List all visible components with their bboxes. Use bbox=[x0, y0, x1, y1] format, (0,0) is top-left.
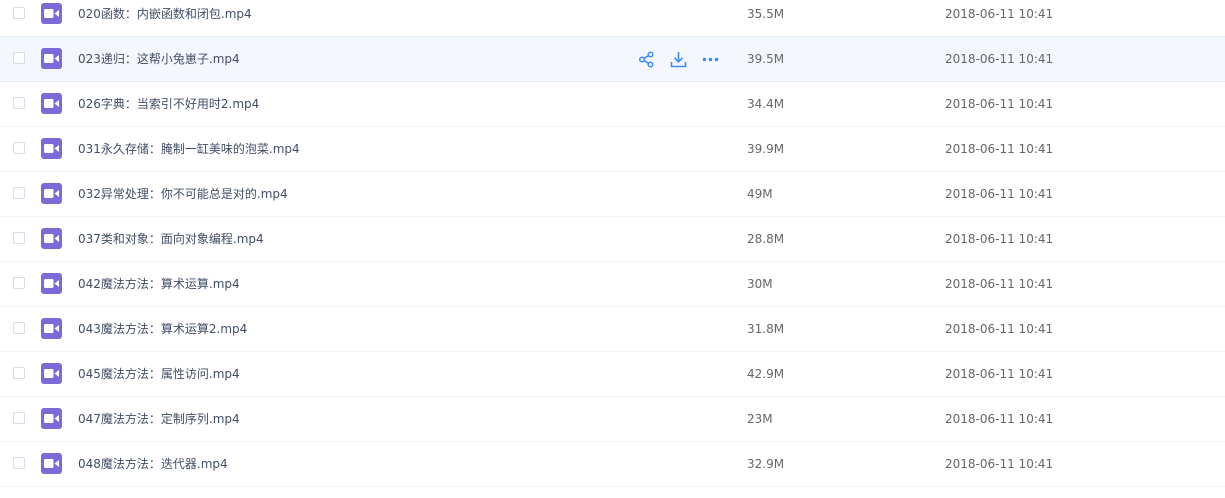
file-name[interactable]: 048魔法方法：迭代器.mp4 bbox=[78, 456, 228, 472]
file-name[interactable]: 043魔法方法：算术运算2.mp4 bbox=[78, 321, 247, 337]
file-name[interactable]: 023递归：这帮小兔崽子.mp4 bbox=[78, 51, 240, 67]
file-date: 2018-06-11 10:41 bbox=[945, 97, 1054, 111]
row-checkbox[interactable] bbox=[13, 187, 25, 199]
row-checkbox[interactable] bbox=[13, 97, 25, 109]
row-checkbox[interactable] bbox=[13, 412, 25, 424]
file-size: 32.9M bbox=[747, 457, 785, 471]
file-size: 42.9M bbox=[747, 367, 785, 381]
video-file-icon bbox=[41, 273, 62, 294]
video-file-icon bbox=[41, 48, 62, 69]
row-checkbox[interactable] bbox=[13, 142, 25, 154]
row-checkbox[interactable] bbox=[13, 457, 25, 469]
row-checkbox[interactable] bbox=[13, 277, 25, 289]
file-size: 39.5M bbox=[747, 52, 785, 66]
row-checkbox[interactable] bbox=[13, 52, 25, 64]
file-size: 35.5M bbox=[747, 7, 785, 21]
file-size: 49M bbox=[747, 187, 773, 201]
file-date: 2018-06-11 10:41 bbox=[945, 7, 1054, 21]
file-name[interactable]: 042魔法方法：算术运算.mp4 bbox=[78, 276, 240, 292]
row-checkbox[interactable] bbox=[13, 232, 25, 244]
video-file-icon bbox=[41, 318, 62, 339]
file-row[interactable]: 026字典：当索引不好用时2.mp4 34.4M 2018-06-11 10:4… bbox=[0, 82, 1225, 127]
file-row[interactable]: 048魔法方法：迭代器.mp4 32.9M 2018-06-11 10:41 bbox=[0, 442, 1225, 487]
file-size: 30M bbox=[747, 277, 773, 291]
file-date: 2018-06-11 10:41 bbox=[945, 322, 1054, 336]
file-row[interactable]: 045魔法方法：属性访问.mp4 42.9M 2018-06-11 10:41 bbox=[0, 352, 1225, 397]
file-row[interactable]: 023递归：这帮小兔崽子.mp4 39.5M 2018-06-11 10:41 bbox=[0, 36, 1225, 82]
file-date: 2018-06-11 10:41 bbox=[945, 277, 1054, 291]
share-icon[interactable] bbox=[636, 50, 656, 68]
file-date: 2018-06-11 10:41 bbox=[945, 142, 1054, 156]
video-file-icon bbox=[41, 3, 62, 24]
file-name[interactable]: 032异常处理：你不可能总是对的.mp4 bbox=[78, 186, 288, 202]
file-name[interactable]: 026字典：当索引不好用时2.mp4 bbox=[78, 96, 259, 112]
file-size: 23M bbox=[747, 412, 773, 426]
file-name[interactable]: 047魔法方法：定制序列.mp4 bbox=[78, 411, 240, 427]
file-size: 34.4M bbox=[747, 97, 785, 111]
video-file-icon bbox=[41, 93, 62, 114]
download-icon[interactable] bbox=[668, 50, 688, 68]
file-list: 020函数：内嵌函数和闭包.mp4 35.5M 2018-06-11 10:41… bbox=[0, 0, 1225, 487]
file-date: 2018-06-11 10:41 bbox=[945, 367, 1054, 381]
file-row[interactable]: 031永久存储：腌制一缸美味的泡菜.mp4 39.9M 2018-06-11 1… bbox=[0, 127, 1225, 172]
file-size: 28.8M bbox=[747, 232, 785, 246]
video-file-icon bbox=[41, 183, 62, 204]
file-row[interactable]: 043魔法方法：算术运算2.mp4 31.8M 2018-06-11 10:41 bbox=[0, 307, 1225, 352]
file-date: 2018-06-11 10:41 bbox=[945, 52, 1054, 66]
file-size: 31.8M bbox=[747, 322, 785, 336]
file-date: 2018-06-11 10:41 bbox=[945, 457, 1054, 471]
file-row[interactable]: 042魔法方法：算术运算.mp4 30M 2018-06-11 10:41 bbox=[0, 262, 1225, 307]
file-row[interactable]: 020函数：内嵌函数和闭包.mp4 35.5M 2018-06-11 10:41 bbox=[0, 0, 1225, 37]
file-name[interactable]: 020函数：内嵌函数和闭包.mp4 bbox=[78, 6, 252, 22]
file-name[interactable]: 031永久存储：腌制一缸美味的泡菜.mp4 bbox=[78, 141, 300, 157]
video-file-icon bbox=[41, 408, 62, 429]
row-checkbox[interactable] bbox=[13, 7, 25, 19]
video-file-icon bbox=[41, 453, 62, 474]
file-date: 2018-06-11 10:41 bbox=[945, 232, 1054, 246]
row-checkbox[interactable] bbox=[13, 322, 25, 334]
file-size: 39.9M bbox=[747, 142, 785, 156]
video-file-icon bbox=[41, 363, 62, 384]
file-row[interactable]: 047魔法方法：定制序列.mp4 23M 2018-06-11 10:41 bbox=[0, 397, 1225, 442]
file-row[interactable]: 037类和对象：面向对象编程.mp4 28.8M 2018-06-11 10:4… bbox=[0, 217, 1225, 262]
row-actions bbox=[636, 50, 720, 68]
video-file-icon bbox=[41, 228, 62, 249]
file-row[interactable]: 032异常处理：你不可能总是对的.mp4 49M 2018-06-11 10:4… bbox=[0, 172, 1225, 217]
more-icon[interactable] bbox=[700, 50, 720, 68]
file-date: 2018-06-11 10:41 bbox=[945, 412, 1054, 426]
file-date: 2018-06-11 10:41 bbox=[945, 187, 1054, 201]
video-file-icon bbox=[41, 138, 62, 159]
file-name[interactable]: 037类和对象：面向对象编程.mp4 bbox=[78, 231, 264, 247]
row-checkbox[interactable] bbox=[13, 367, 25, 379]
file-name[interactable]: 045魔法方法：属性访问.mp4 bbox=[78, 366, 240, 382]
